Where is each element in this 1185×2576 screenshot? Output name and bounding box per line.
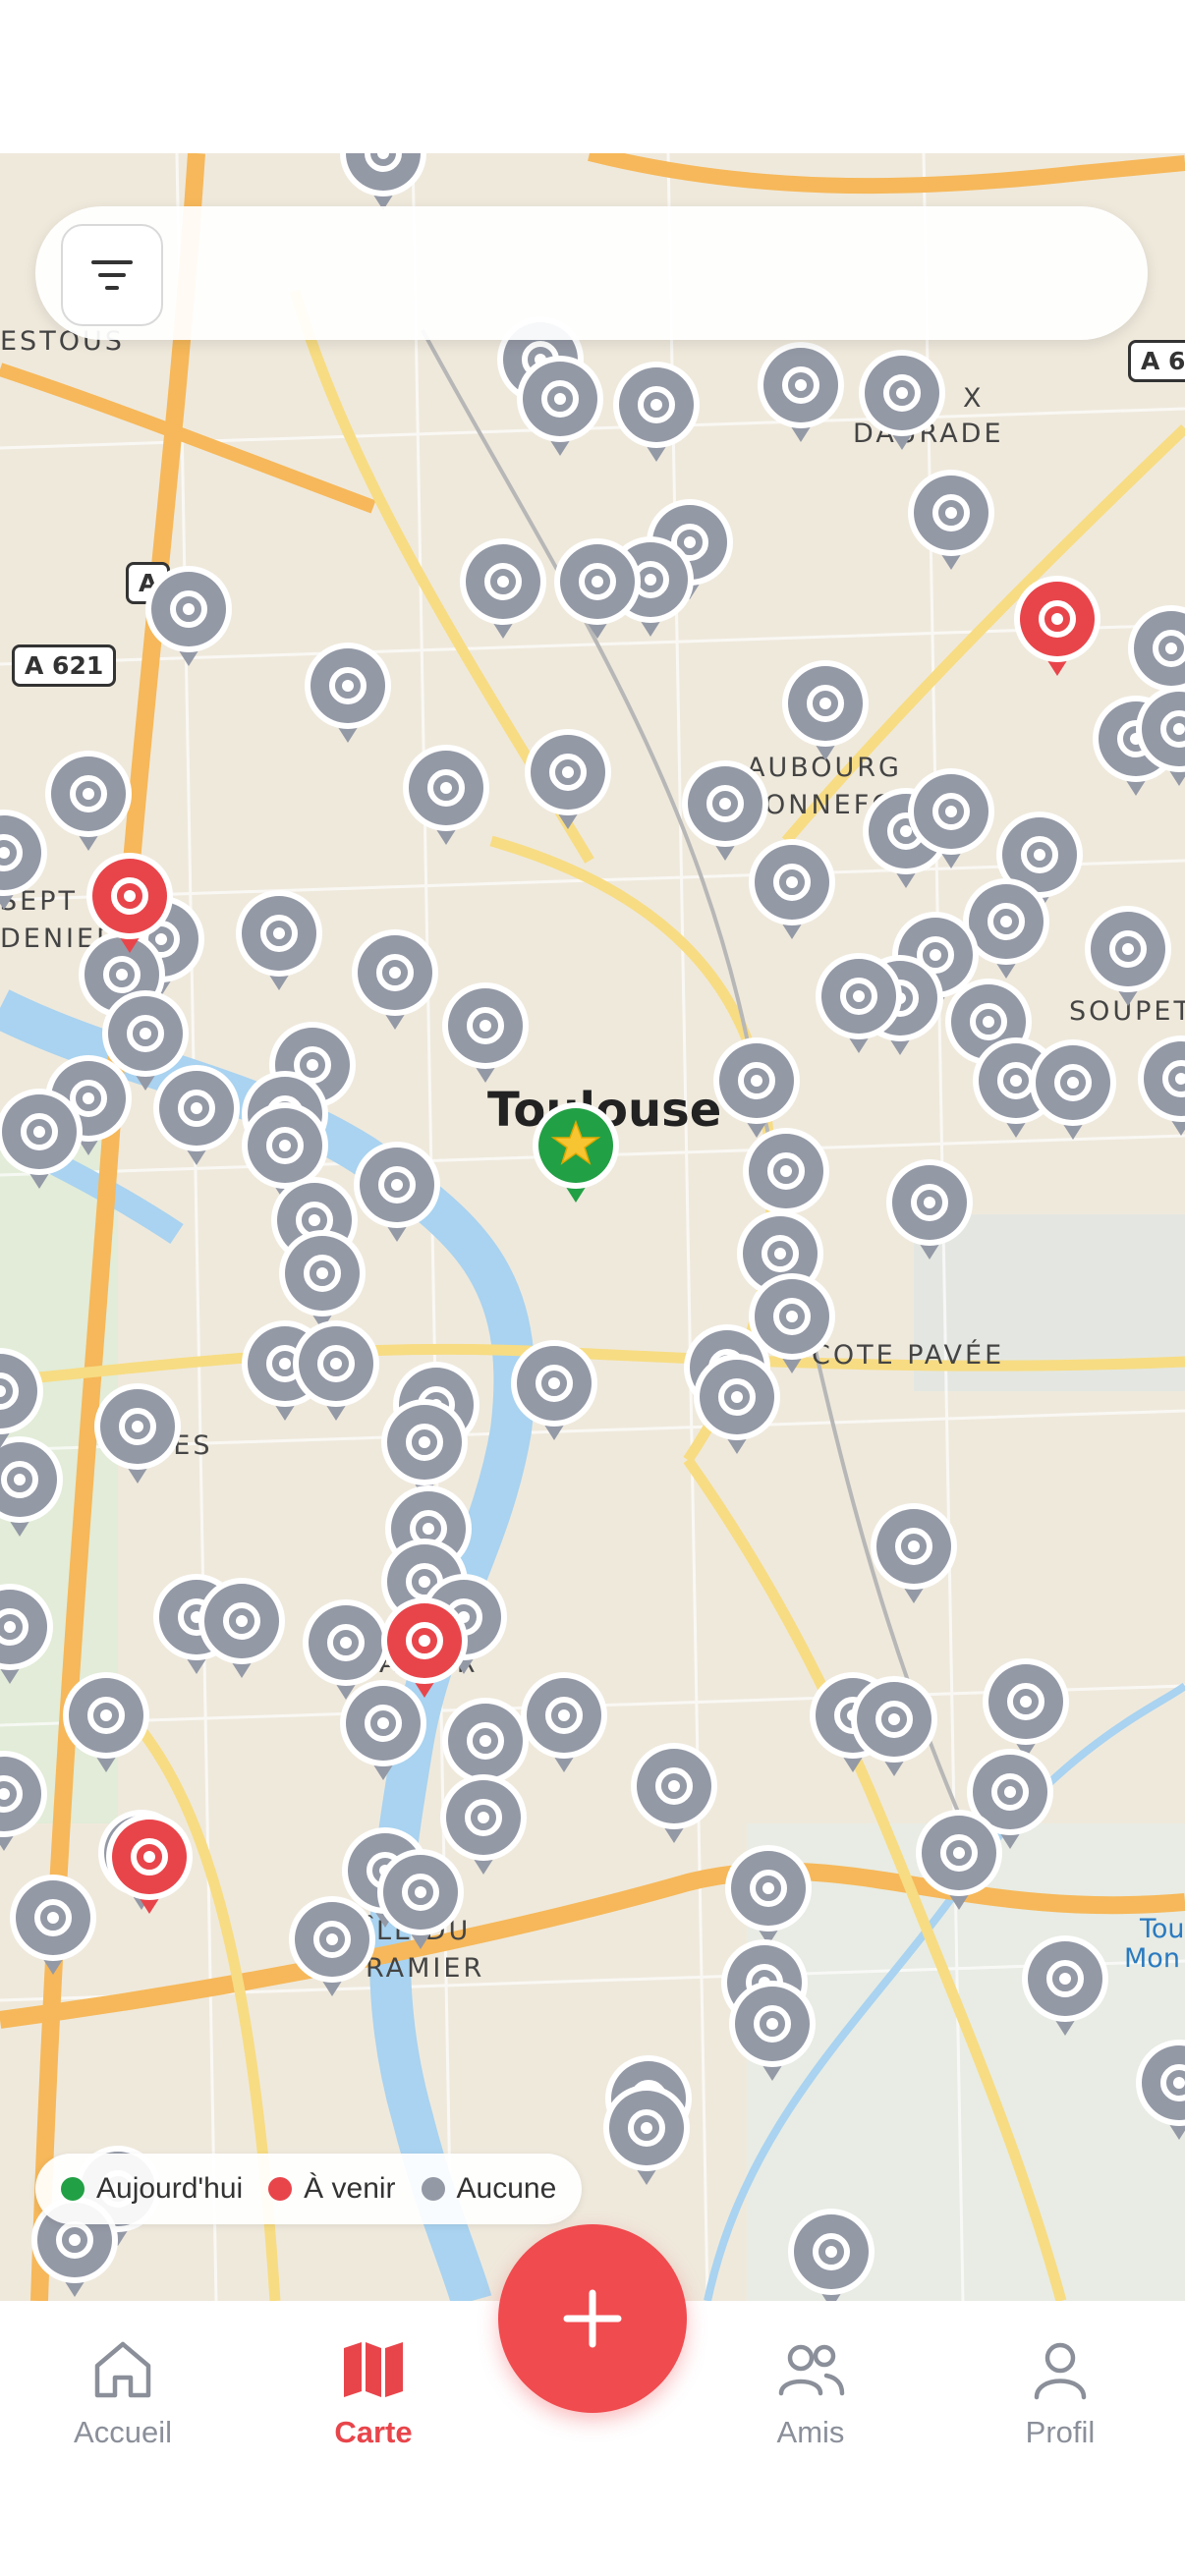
plus-icon <box>563 2289 622 2348</box>
filter-button[interactable] <box>61 224 163 326</box>
event-pin-none[interactable] <box>0 808 49 914</box>
event-pin-none[interactable] <box>611 360 702 466</box>
event-pin-none[interactable] <box>375 1847 466 1953</box>
event-pin-none[interactable] <box>440 980 531 1087</box>
legend-label: À venir <box>304 2172 396 2205</box>
event-pin-none[interactable] <box>61 1670 151 1776</box>
place-label: Tou <box>1140 1914 1185 1944</box>
event-pin-none[interactable] <box>338 153 428 214</box>
legend-label: Aujourd'hui <box>96 2172 244 2205</box>
road-shield: A 621 <box>12 644 117 687</box>
tab-label: Profil <box>1025 2415 1096 2449</box>
event-pin-none[interactable] <box>1136 1034 1185 1140</box>
event-pin-none[interactable] <box>401 743 491 849</box>
home-icon <box>94 2341 151 2398</box>
event-pin-none[interactable] <box>143 564 234 670</box>
event-pin-none[interactable] <box>857 348 947 454</box>
event-pin-none[interactable] <box>884 1157 975 1263</box>
event-pin-none[interactable] <box>906 468 996 574</box>
event-pin-upcoming[interactable] <box>379 1596 470 1702</box>
event-pin-none[interactable] <box>43 749 134 855</box>
event-pin-upcoming[interactable] <box>85 851 175 957</box>
event-pin-none[interactable] <box>629 1741 719 1847</box>
event-pin-none[interactable] <box>509 1338 599 1444</box>
event-pin-none[interactable] <box>849 1674 939 1780</box>
event-pin-none[interactable] <box>814 951 904 1057</box>
event-pin-none[interactable] <box>723 1843 814 1949</box>
event-pin-none[interactable] <box>1083 904 1173 1010</box>
place-label: RAMIER <box>366 1953 485 1984</box>
map-legend: Aujourd'hui À venir Aucune <box>35 2154 583 2224</box>
event-pin-none[interactable] <box>914 1808 1004 1914</box>
event-pin-none[interactable] <box>8 1873 98 1979</box>
road-shield: A 6 <box>1128 340 1185 382</box>
add-button[interactable] <box>498 2224 687 2413</box>
event-pin-upcoming[interactable] <box>104 1812 195 1918</box>
event-pin-none[interactable] <box>756 340 846 446</box>
event-pin-none[interactable] <box>151 1063 242 1169</box>
tab-label: Amis <box>776 2415 845 2449</box>
event-pin-none[interactable] <box>291 1318 381 1425</box>
event-pin-none[interactable] <box>458 536 548 643</box>
event-pin-none[interactable] <box>234 888 324 994</box>
event-pin-none[interactable] <box>1028 1037 1118 1144</box>
tab-label: Accueil <box>74 2415 172 2449</box>
map-base <box>0 153 1185 2301</box>
event-pin-none[interactable] <box>601 2083 692 2189</box>
event-pin-none[interactable] <box>0 1582 55 1688</box>
event-pin-today[interactable] <box>531 1100 621 1206</box>
map-view[interactable]: ESTOUS X DAURADE AUBOURG ONNEFOY SEPT DE… <box>0 153 1185 2301</box>
legend-dot <box>61 2177 85 2201</box>
event-pin-none[interactable] <box>303 641 393 747</box>
legend-label: Aucune <box>456 2172 557 2205</box>
tab-carte[interactable]: Carte <box>275 2338 472 2450</box>
event-pin-none[interactable] <box>692 1352 782 1458</box>
search-bar[interactable] <box>35 206 1148 340</box>
place-label: Mon <box>1124 1943 1180 1974</box>
event-pin-none[interactable] <box>1134 684 1185 790</box>
filter-icon <box>91 260 133 290</box>
event-pin-none[interactable] <box>515 354 605 460</box>
event-pin-none[interactable] <box>552 536 643 643</box>
place-label: COTE PAVÉE <box>812 1340 1005 1371</box>
status-bar <box>0 0 1185 153</box>
event-pin-none[interactable] <box>287 1894 377 2000</box>
legend-dot <box>268 2177 293 2201</box>
event-pin-none[interactable] <box>869 1501 959 1607</box>
event-pin-none[interactable] <box>0 1749 49 1855</box>
legend-item-today: Aujourd'hui <box>61 2172 243 2206</box>
tab-profil[interactable]: Profil <box>962 2338 1158 2450</box>
legend-item-upcoming: À venir <box>268 2172 396 2206</box>
event-pin-none[interactable] <box>1020 1933 1110 2040</box>
place-label: X <box>963 383 985 414</box>
tab-label: Carte <box>334 2415 413 2449</box>
event-pin-none[interactable] <box>906 766 996 872</box>
event-pin-none[interactable] <box>519 1670 609 1776</box>
event-pin-none[interactable] <box>0 1346 45 1452</box>
event-pin-none[interactable] <box>727 1979 818 2085</box>
event-pin-none[interactable] <box>747 837 837 943</box>
legend-item-none: Aucune <box>421 2172 557 2206</box>
event-pin-none[interactable] <box>786 2207 876 2301</box>
event-pin-none[interactable] <box>1134 2038 1185 2144</box>
user-icon <box>1034 2342 1087 2400</box>
event-pin-none[interactable] <box>780 658 871 764</box>
map-icon <box>344 2342 403 2397</box>
event-pin-upcoming[interactable] <box>1012 574 1102 680</box>
event-pin-none[interactable] <box>197 1576 287 1682</box>
tab-amis[interactable]: Amis <box>712 2338 909 2450</box>
users-icon <box>778 2344 845 2396</box>
tab-accueil[interactable]: Accueil <box>25 2338 221 2450</box>
event-pin-none[interactable] <box>523 727 613 833</box>
event-pin-none[interactable] <box>92 1381 183 1487</box>
legend-dot <box>421 2177 445 2201</box>
event-pin-none[interactable] <box>0 1087 85 1193</box>
event-pin-none[interactable] <box>350 927 440 1034</box>
